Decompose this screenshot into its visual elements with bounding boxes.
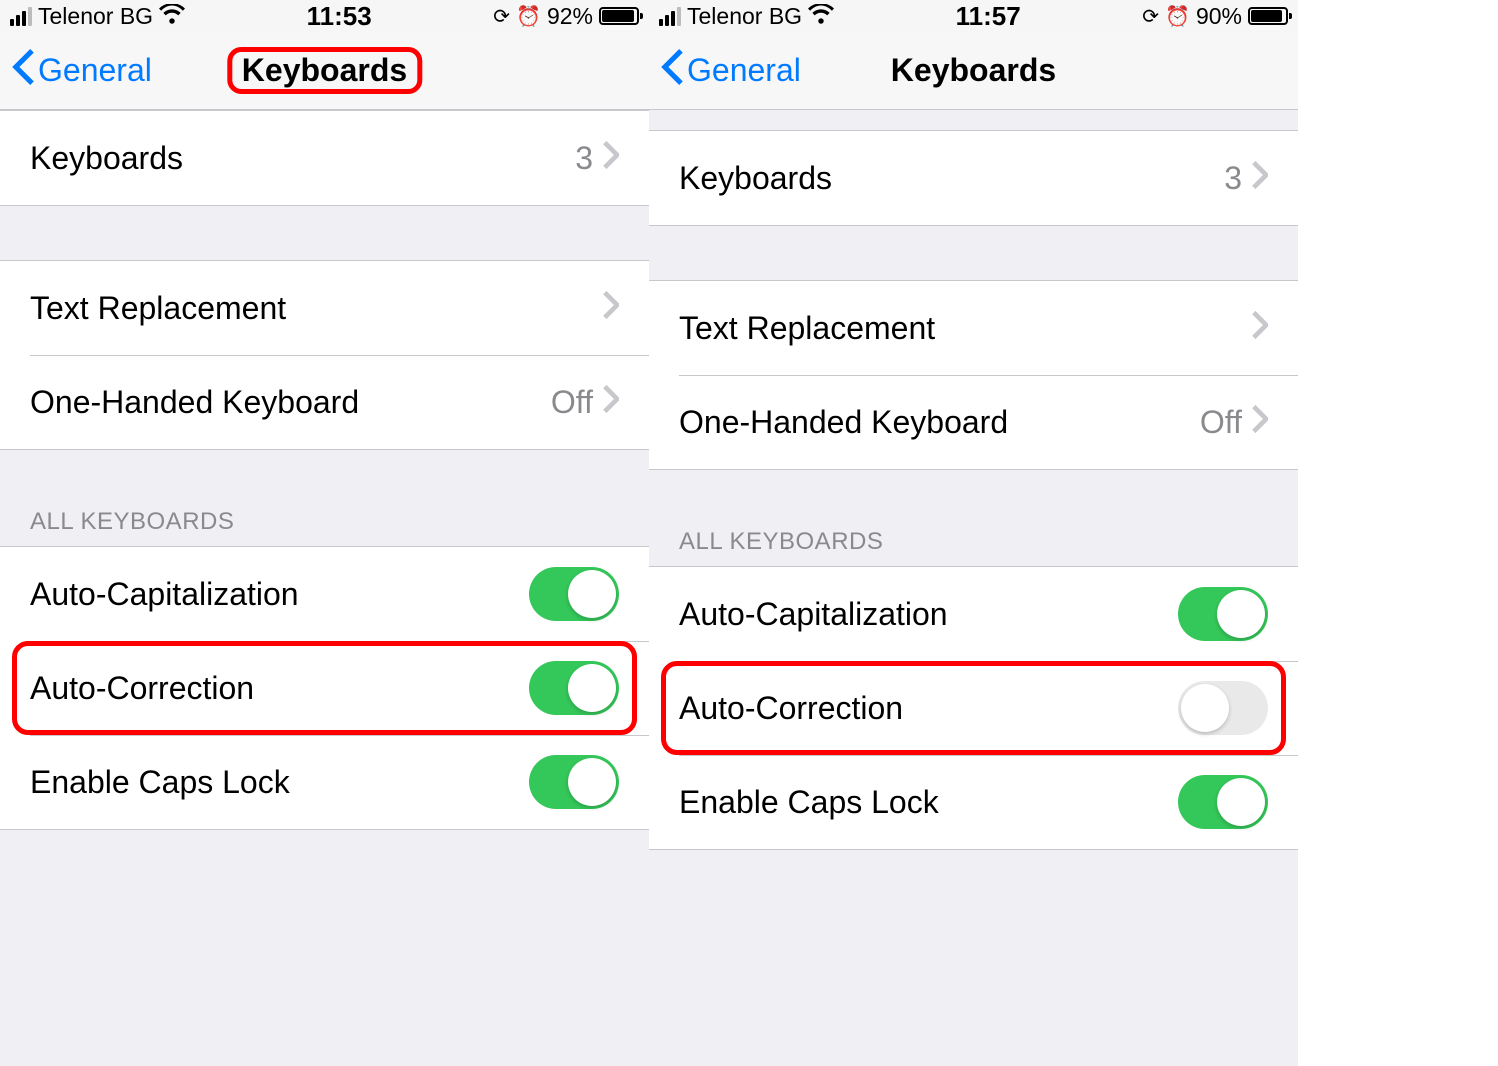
text-replacement-row[interactable]: Text Replacement bbox=[649, 281, 1298, 375]
battery-percent: 92% bbox=[547, 3, 593, 30]
auto-capitalization-row: Auto-Capitalization bbox=[649, 567, 1298, 661]
keyboards-row[interactable]: Keyboards 3 bbox=[649, 131, 1298, 225]
chevron-right-icon bbox=[1252, 404, 1268, 441]
one-handed-value: Off bbox=[551, 384, 593, 421]
toggles-group: Auto-Capitalization Auto-Correction Enab… bbox=[0, 546, 649, 830]
caps-lock-toggle[interactable] bbox=[1178, 775, 1268, 829]
auto-correction-label: Auto-Correction bbox=[679, 690, 1178, 727]
one-handed-label: One-Handed Keyboard bbox=[679, 404, 1200, 441]
caps-lock-row: Enable Caps Lock bbox=[0, 735, 649, 829]
screen-left: Telenor BG 11:53 ⟳ ⏰ 92% General Keyboar… bbox=[0, 0, 649, 1066]
auto-correction-toggle[interactable] bbox=[529, 661, 619, 715]
toggles-group: Auto-Capitalization Auto-Correction Enab… bbox=[649, 566, 1298, 850]
status-left: Telenor BG bbox=[659, 3, 834, 30]
back-button[interactable]: General bbox=[661, 49, 801, 93]
auto-correction-toggle[interactable] bbox=[1178, 681, 1268, 735]
auto-capitalization-label: Auto-Capitalization bbox=[30, 576, 529, 613]
text-group: Text Replacement One-Handed Keyboard Off bbox=[0, 260, 649, 450]
caps-lock-row: Enable Caps Lock bbox=[649, 755, 1298, 849]
auto-capitalization-row: Auto-Capitalization bbox=[0, 547, 649, 641]
text-replacement-label: Text Replacement bbox=[679, 310, 1252, 347]
chevron-right-icon bbox=[1252, 310, 1268, 347]
status-bar: Telenor BG 11:57 ⟳ ⏰ 90% bbox=[649, 0, 1298, 32]
back-button[interactable]: General bbox=[12, 49, 152, 93]
nav-bar: General Keyboards bbox=[649, 32, 1298, 110]
keyboards-count: 3 bbox=[1224, 160, 1242, 197]
chevron-right-icon bbox=[603, 290, 619, 327]
one-handed-value: Off bbox=[1200, 404, 1242, 441]
text-group: Text Replacement One-Handed Keyboard Off bbox=[649, 280, 1298, 470]
caps-lock-toggle[interactable] bbox=[529, 755, 619, 809]
caps-lock-label: Enable Caps Lock bbox=[679, 784, 1178, 821]
auto-correction-label: Auto-Correction bbox=[30, 670, 529, 707]
screen-right: Telenor BG 11:57 ⟳ ⏰ 90% General Keyboar… bbox=[649, 0, 1298, 1066]
nav-bar: General Keyboards bbox=[0, 32, 649, 110]
status-right: ⟳ ⏰ 92% bbox=[493, 3, 639, 30]
one-handed-label: One-Handed Keyboard bbox=[30, 384, 551, 421]
status-time: 11:53 bbox=[307, 1, 372, 32]
auto-correction-row: Auto-Correction bbox=[0, 641, 649, 735]
auto-capitalization-label: Auto-Capitalization bbox=[679, 596, 1178, 633]
back-label: General bbox=[687, 52, 801, 89]
status-time: 11:57 bbox=[956, 1, 1021, 32]
all-keyboards-header: ALL KEYBOARDS bbox=[0, 450, 649, 546]
text-replacement-row[interactable]: Text Replacement bbox=[0, 261, 649, 355]
page-title: Keyboards bbox=[227, 47, 422, 94]
one-handed-row[interactable]: One-Handed Keyboard Off bbox=[0, 355, 649, 449]
keyboards-count-group: Keyboards 3 bbox=[649, 130, 1298, 226]
keyboards-count-group: Keyboards 3 bbox=[0, 110, 649, 206]
back-chevron-icon bbox=[12, 49, 34, 93]
chevron-right-icon bbox=[603, 384, 619, 421]
auto-capitalization-toggle[interactable] bbox=[1178, 587, 1268, 641]
text-replacement-label: Text Replacement bbox=[30, 290, 603, 327]
keyboards-label: Keyboards bbox=[679, 160, 1224, 197]
wifi-icon bbox=[159, 3, 185, 30]
status-right: ⟳ ⏰ 90% bbox=[1142, 3, 1288, 30]
status-bar: Telenor BG 11:53 ⟳ ⏰ 92% bbox=[0, 0, 649, 32]
back-chevron-icon bbox=[661, 49, 683, 93]
chevron-right-icon bbox=[603, 140, 619, 177]
all-keyboards-header: ALL KEYBOARDS bbox=[649, 470, 1298, 566]
back-label: General bbox=[38, 52, 152, 89]
one-handed-row[interactable]: One-Handed Keyboard Off bbox=[649, 375, 1298, 469]
battery-icon bbox=[1248, 7, 1288, 25]
auto-correction-row: Auto-Correction bbox=[649, 661, 1298, 755]
auto-capitalization-toggle[interactable] bbox=[529, 567, 619, 621]
carrier-label: Telenor BG bbox=[38, 3, 153, 30]
page-title: Keyboards bbox=[891, 52, 1056, 89]
battery-percent: 90% bbox=[1196, 3, 1242, 30]
wifi-icon bbox=[808, 3, 834, 30]
carrier-label: Telenor BG bbox=[687, 3, 802, 30]
alarm-icon: ⏰ bbox=[1165, 4, 1190, 29]
keyboards-label: Keyboards bbox=[30, 140, 575, 177]
signal-icon bbox=[659, 7, 681, 26]
signal-icon bbox=[10, 7, 32, 26]
orientation-lock-icon: ⟳ bbox=[493, 4, 510, 29]
caps-lock-label: Enable Caps Lock bbox=[30, 764, 529, 801]
status-left: Telenor BG bbox=[10, 3, 185, 30]
orientation-lock-icon: ⟳ bbox=[1142, 4, 1159, 29]
keyboards-row[interactable]: Keyboards 3 bbox=[0, 111, 649, 205]
keyboards-count: 3 bbox=[575, 140, 593, 177]
alarm-icon: ⏰ bbox=[516, 4, 541, 29]
chevron-right-icon bbox=[1252, 160, 1268, 197]
battery-icon bbox=[599, 7, 639, 25]
